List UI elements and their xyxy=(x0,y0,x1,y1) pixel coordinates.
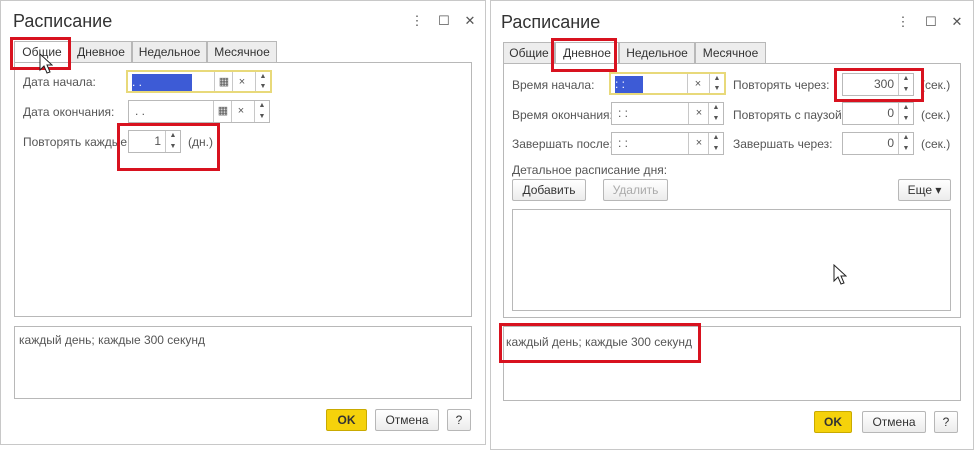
mouse-cursor-icon xyxy=(39,53,53,74)
spin-down-icon[interactable]: ▼ xyxy=(255,112,269,123)
finish-after-spinner[interactable]: ▲ ▼ xyxy=(708,133,723,154)
more-label: Еще xyxy=(907,183,933,197)
unit-label: (сек.) xyxy=(921,78,951,92)
repeat-every-label: Повторять каждые: xyxy=(23,135,131,149)
tab-panel: Дата начала: . . ▦ × ▲ ▼ Дата окончания:… xyxy=(14,62,472,317)
spin-down-icon[interactable]: ▼ xyxy=(709,114,723,125)
clear-icon[interactable]: × xyxy=(231,101,250,122)
unit-label: (сек.) xyxy=(921,137,951,151)
ok-button[interactable]: OK xyxy=(326,409,367,431)
menu-icon[interactable]: ⋮ xyxy=(895,14,911,30)
end-time-value[interactable]: : : xyxy=(618,103,628,124)
dialog-title: Расписание xyxy=(501,12,601,32)
spin-up-icon[interactable]: ▲ xyxy=(710,74,724,84)
finish-through-value[interactable]: 0 xyxy=(887,133,894,154)
close-icon[interactable]: ✕ xyxy=(462,13,478,29)
highlight-box xyxy=(117,123,220,171)
spin-down-icon[interactable]: ▼ xyxy=(710,84,724,94)
ok-button[interactable]: OK xyxy=(814,411,852,433)
spin-up-icon[interactable]: ▲ xyxy=(899,103,913,114)
spin-up-icon[interactable]: ▲ xyxy=(709,103,723,114)
maximize-icon[interactable]: ☐ xyxy=(923,14,939,30)
spin-up-icon[interactable]: ▲ xyxy=(255,101,269,112)
clear-icon[interactable]: × xyxy=(687,74,708,93)
end-date-label: Дата окончания: xyxy=(23,105,115,119)
more-button[interactable]: Еще ▾ xyxy=(898,179,951,201)
start-time-field[interactable]: : : × ▲ ▼ xyxy=(609,72,726,95)
spin-up-icon[interactable]: ▲ xyxy=(899,133,913,144)
finish-through-spinner[interactable]: ▲ ▼ xyxy=(898,133,913,154)
repeat-pause-label: Повторять с паузой: xyxy=(733,108,846,122)
start-date-value[interactable]: . . xyxy=(132,74,192,91)
end-date-spinner[interactable]: ▲ ▼ xyxy=(254,101,269,122)
repeat-pause-spinner[interactable]: ▲ ▼ xyxy=(898,103,913,124)
end-time-field[interactable]: : : × ▲ ▼ xyxy=(611,102,724,125)
tab-monthly[interactable]: Месячное xyxy=(207,41,277,63)
dropdown-icon: ▾ xyxy=(935,183,942,197)
spin-up-icon[interactable]: ▲ xyxy=(709,133,723,144)
spin-down-icon[interactable]: ▼ xyxy=(709,144,723,155)
repeat-through-label: Повторять через: xyxy=(733,78,830,92)
clear-icon[interactable]: × xyxy=(688,103,709,124)
start-date-label: Дата начала: xyxy=(23,75,96,89)
tab-monthly[interactable]: Месячное xyxy=(695,42,766,64)
schedule-dialog-general: Расписание ⋮ ☐ ✕ Общие Дневное Недельное… xyxy=(0,0,486,445)
end-date-field[interactable]: . . ▦ × ▲ ▼ xyxy=(128,100,270,123)
clear-icon[interactable]: × xyxy=(232,72,251,91)
menu-icon[interactable]: ⋮ xyxy=(409,13,425,29)
tab-daily[interactable]: Дневное xyxy=(70,41,132,63)
highlight-box xyxy=(551,38,617,72)
summary-text: каждый день; каждые 300 секунд xyxy=(19,333,205,347)
cancel-button[interactable]: Отмена xyxy=(375,409,439,431)
maximize-icon[interactable]: ☐ xyxy=(436,13,452,29)
tab-weekly[interactable]: Недельное xyxy=(132,41,207,63)
end-time-label: Время окончания: xyxy=(512,108,613,122)
tab-general[interactable]: Общие xyxy=(503,42,555,64)
mouse-cursor-icon xyxy=(833,264,847,285)
schedule-dialog-daily: Расписание ⋮ ☐ ✕ Общие Дневное Недельное… xyxy=(490,0,974,450)
spin-down-icon[interactable]: ▼ xyxy=(899,144,913,155)
calendar-icon[interactable]: ▦ xyxy=(214,72,233,91)
start-date-spinner[interactable]: ▲ ▼ xyxy=(255,72,270,91)
help-button[interactable]: ? xyxy=(447,409,471,431)
start-time-value[interactable]: : : xyxy=(615,76,643,93)
add-button[interactable]: Добавить xyxy=(512,179,586,201)
close-icon[interactable]: ✕ xyxy=(949,14,965,30)
calendar-icon[interactable]: ▦ xyxy=(213,101,232,122)
finish-through-label: Завершать через: xyxy=(733,137,833,151)
day-schedule-list[interactable] xyxy=(512,209,951,311)
detail-schedule-label: Детальное расписание дня: xyxy=(512,163,668,177)
tab-weekly[interactable]: Недельное xyxy=(619,42,695,64)
highlight-box xyxy=(499,323,701,363)
cancel-button[interactable]: Отмена xyxy=(862,411,926,433)
start-time-spinner[interactable]: ▲ ▼ xyxy=(709,74,724,93)
help-button[interactable]: ? xyxy=(934,411,958,433)
schedule-summary: каждый день; каждые 300 секунд xyxy=(14,326,472,399)
start-time-label: Время начала: xyxy=(512,78,595,92)
unit-label: (сек.) xyxy=(921,108,951,122)
finish-after-label: Завершать после: xyxy=(512,137,613,151)
dialog-title: Расписание xyxy=(13,11,113,31)
clear-icon[interactable]: × xyxy=(688,133,709,154)
finish-after-value[interactable]: : : xyxy=(618,133,628,154)
delete-button[interactable]: Удалить xyxy=(603,179,668,201)
end-date-value[interactable]: . . xyxy=(135,101,145,122)
repeat-pause-field[interactable]: 0 ▲ ▼ xyxy=(842,102,914,125)
finish-through-field[interactable]: 0 ▲ ▼ xyxy=(842,132,914,155)
end-time-spinner[interactable]: ▲ ▼ xyxy=(708,103,723,124)
start-date-field[interactable]: . . ▦ × ▲ ▼ xyxy=(126,70,272,93)
spin-down-icon[interactable]: ▼ xyxy=(899,114,913,125)
spin-down-icon[interactable]: ▼ xyxy=(256,82,270,92)
spin-up-icon[interactable]: ▲ xyxy=(256,72,270,82)
highlight-box xyxy=(834,68,924,102)
repeat-pause-value[interactable]: 0 xyxy=(887,103,894,124)
finish-after-field[interactable]: : : × ▲ ▼ xyxy=(611,132,724,155)
